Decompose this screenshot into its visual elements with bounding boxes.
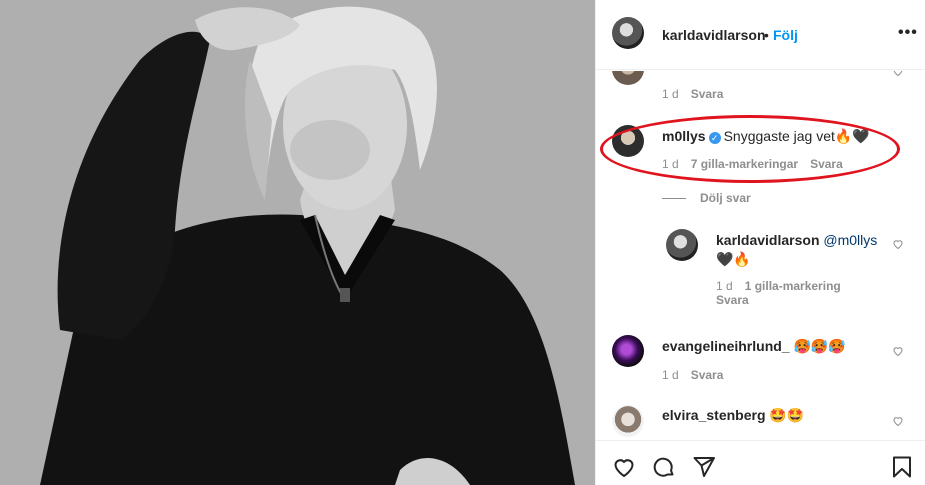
follow-button[interactable]: Följ — [773, 27, 798, 43]
comments-list[interactable]: 1 d Svara m0llys ✓ Snyggaste jag vet🔥🖤 1 d7… — [596, 71, 925, 439]
replier-avatar[interactable] — [666, 229, 698, 261]
commenter-avatar[interactable] — [612, 405, 644, 437]
comment-text: 🥵🥵🥵 — [793, 338, 846, 354]
author-username[interactable]: karldavidlarson — [662, 27, 766, 43]
post-photo-graphic — [0, 0, 595, 485]
like-comment-heart-icon[interactable] — [892, 415, 904, 427]
header-separator: • — [764, 27, 769, 43]
reply-button[interactable]: Svara — [716, 293, 749, 307]
post-header: karldavidlarson • Följ ••• — [596, 0, 925, 70]
reply-button[interactable]: Svara — [691, 368, 724, 382]
commenter-username[interactable]: elvira_stenberg — [662, 407, 766, 423]
reply-mention-link[interactable]: @m0llys — [823, 232, 877, 248]
like-comment-heart-icon[interactable] — [892, 71, 904, 77]
post-action-bar — [596, 440, 925, 485]
more-options-button[interactable]: ••• — [898, 24, 918, 42]
post-side-panel: karldavidlarson • Följ ••• 1 d Svara m0ll… — [595, 0, 925, 485]
reply-body: karldavidlarson @m0llys 🖤🔥 — [716, 231, 891, 269]
comment-text: 🤩🤩 — [769, 407, 805, 423]
red-highlight-annotation — [600, 115, 900, 183]
comment-age: 1 d — [662, 368, 679, 382]
share-icon[interactable] — [692, 455, 716, 479]
commenter-avatar[interactable] — [612, 335, 644, 367]
hide-replies-toggle[interactable]: Dölj svar — [662, 191, 751, 205]
replies-divider — [662, 198, 686, 200]
author-avatar[interactable] — [612, 17, 644, 49]
post-photo[interactable] — [0, 0, 595, 485]
like-icon[interactable] — [612, 455, 636, 479]
comment-age: 1 d — [662, 87, 679, 101]
hide-replies-label[interactable]: Dölj svar — [700, 191, 751, 205]
comment-meta: 1 d Svara — [662, 87, 723, 101]
comment-body: elvira_stenberg 🤩🤩 — [662, 407, 887, 424]
commenter-username[interactable]: evangelineihrlund_ — [662, 338, 790, 354]
reply-age: 1 d — [716, 279, 733, 293]
replier-username[interactable]: karldavidlarson — [716, 232, 820, 248]
like-comment-heart-icon[interactable] — [892, 345, 904, 357]
comment-body: evangelineihrlund_ 🥵🥵🥵 — [662, 338, 887, 355]
reply-text: 🖤🔥 — [716, 251, 751, 267]
reply-meta: 1 d 1 gilla-markering Svara — [716, 279, 886, 307]
comment-meta: 1 d Svara — [662, 368, 723, 382]
comment-icon[interactable] — [652, 455, 676, 479]
commenter-avatar[interactable] — [612, 71, 644, 85]
reply-likes-count[interactable]: 1 gilla-markering — [745, 279, 841, 293]
save-icon[interactable] — [890, 455, 914, 479]
reply-button[interactable]: Svara — [691, 87, 724, 101]
like-reply-heart-icon[interactable] — [892, 238, 904, 250]
